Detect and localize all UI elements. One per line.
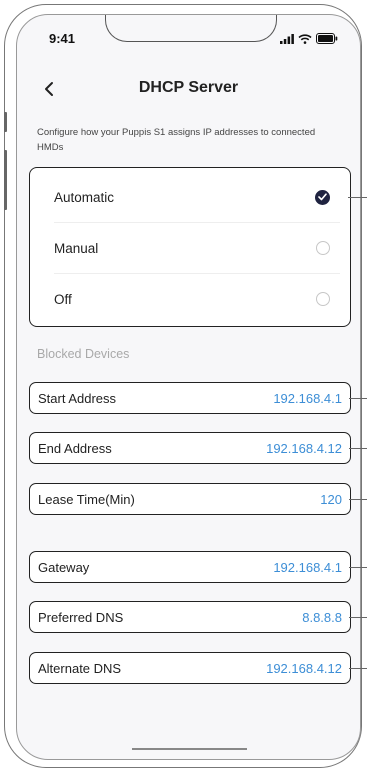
field-label: Lease Time(Min) xyxy=(38,491,135,507)
checkmark-icon xyxy=(318,193,327,201)
annotation-pointer xyxy=(348,197,367,198)
side-button-mute xyxy=(4,112,7,132)
radio-selected[interactable] xyxy=(315,189,330,205)
status-icons xyxy=(280,31,338,49)
field-value: 120 xyxy=(320,491,342,507)
lease-time-field[interactable]: Lease Time(Min) 120 xyxy=(29,483,351,515)
mode-option-manual[interactable]: Manual xyxy=(54,223,330,273)
annotation-pointer xyxy=(349,668,367,669)
start-address-field[interactable]: Start Address 192.168.4.1 xyxy=(29,382,351,414)
section-title-blocked-devices: Blocked Devices xyxy=(37,347,130,361)
mode-option-label: Manual xyxy=(54,240,99,256)
field-label: End Address xyxy=(38,440,112,456)
mode-option-label: Off xyxy=(54,291,72,307)
side-button-volume xyxy=(4,150,7,210)
field-value: 192.168.4.1 xyxy=(273,390,342,406)
field-value: 192.168.4.12 xyxy=(266,440,342,456)
radio-unselected[interactable] xyxy=(316,292,330,306)
gateway-field[interactable]: Gateway 192.168.4.1 xyxy=(29,551,351,583)
status-time: 9:41 xyxy=(49,31,76,46)
field-value: 8.8.8.8 xyxy=(302,609,342,625)
annotation-pointer xyxy=(349,499,367,500)
signal-icon xyxy=(280,31,294,49)
mode-option-off[interactable]: Off xyxy=(54,274,330,324)
mode-selector-card: Automatic Manual Off xyxy=(29,167,351,327)
annotation-pointer xyxy=(349,398,367,399)
field-value: 192.168.4.12 xyxy=(266,660,342,676)
field-label: Start Address xyxy=(38,390,117,406)
annotation-pointer xyxy=(349,448,367,449)
field-value: 192.168.4.1 xyxy=(273,559,342,575)
field-label: Preferred DNS xyxy=(38,609,124,625)
page-title: DHCP Server xyxy=(138,79,239,96)
wifi-icon xyxy=(298,31,312,49)
mode-option-label: Automatic xyxy=(54,189,115,205)
end-address-field[interactable]: End Address 192.168.4.12 xyxy=(29,432,351,464)
phone-screen: 9:41 DHCP Server Configure how your Pupp… xyxy=(16,14,361,760)
radio-unselected[interactable] xyxy=(316,241,330,255)
battery-icon xyxy=(316,31,338,49)
preferred-dns-field[interactable]: Preferred DNS 8.8.8.8 xyxy=(29,601,351,633)
notch xyxy=(105,15,277,42)
field-label: Gateway xyxy=(38,559,90,575)
annotation-pointer xyxy=(349,617,367,618)
description-text: Configure how your Puppis S1 assigns IP … xyxy=(37,127,316,153)
mode-option-automatic[interactable]: Automatic xyxy=(54,172,330,222)
field-label: Alternate DNS xyxy=(38,660,122,676)
home-indicator xyxy=(132,748,247,750)
alternate-dns-field[interactable]: Alternate DNS 192.168.4.12 xyxy=(29,652,351,684)
annotation-pointer xyxy=(349,567,367,568)
